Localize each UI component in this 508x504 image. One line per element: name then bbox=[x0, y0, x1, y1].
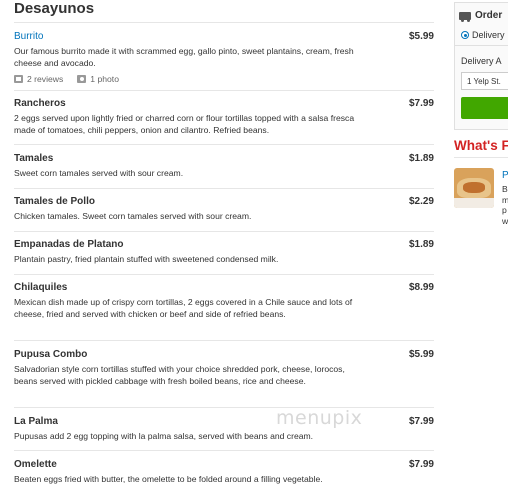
camera-icon bbox=[77, 75, 87, 84]
item-divider bbox=[14, 407, 434, 408]
item-divider bbox=[14, 90, 434, 91]
promo-text: B m p w bbox=[502, 184, 508, 226]
promo-text-line: m bbox=[502, 194, 508, 205]
menu-item-price: $1.89 bbox=[408, 239, 434, 250]
order-title: Order bbox=[475, 10, 503, 21]
start-order-button[interactable] bbox=[461, 97, 508, 119]
menu-item-price: $8.99 bbox=[408, 282, 434, 293]
order-heading: Order bbox=[459, 10, 503, 22]
menu-item-price: $1.89 bbox=[408, 153, 434, 164]
menu-item-description: Sweet corn tamales served with sour crea… bbox=[14, 168, 184, 178]
menu-item-name-link[interactable]: Burrito bbox=[14, 31, 434, 43]
item-divider bbox=[14, 450, 434, 451]
menu-item-tamales-de-pollo: Tamales de Pollo $2.29 Chicken tamales. … bbox=[14, 196, 434, 223]
reviews-link[interactable]: 2 reviews bbox=[27, 74, 63, 84]
menu-item-description: Salvadorian style corn tortillas stuffed… bbox=[14, 364, 345, 386]
menu-item-name: Rancheros bbox=[14, 98, 66, 109]
promo-text-line: w bbox=[502, 215, 508, 226]
menu-item-tamales: Tamales $1.89 Sweet corn tamales served … bbox=[14, 153, 434, 180]
menu-item-name: Empanadas de Platano bbox=[14, 239, 124, 250]
delivery-truck-icon bbox=[459, 11, 471, 22]
sidebar: Order Delivery Delivery A 1 Yelp St. Wha… bbox=[450, 0, 508, 504]
item-divider bbox=[14, 231, 434, 232]
menu-item-price: $5.99 bbox=[408, 349, 434, 360]
menu-item-pupusa-combo: Pupusa Combo $5.99 Salvadorian style cor… bbox=[14, 349, 434, 387]
menu-item-name: La Palma bbox=[14, 416, 58, 427]
menu-item-omelette: Omelette $7.99 Beaten eggs fried with bu… bbox=[14, 459, 434, 486]
promo-thumbnail[interactable] bbox=[454, 168, 494, 208]
item-divider bbox=[14, 144, 434, 145]
whats-hot-title: What's F bbox=[454, 138, 508, 153]
item-divider bbox=[14, 340, 434, 341]
menu-item-description: Plantain pastry, fried plantain stuffed … bbox=[14, 254, 279, 264]
menu-item-la-palma: La Palma $7.99 Pupusas add 2 egg topping… bbox=[14, 416, 434, 443]
section-title: Desayunos bbox=[14, 0, 95, 17]
delivery-radio[interactable] bbox=[461, 31, 469, 39]
menu-item-rancheros: Rancheros $7.99 2 eggs served upon light… bbox=[14, 98, 434, 136]
delivery-address-label: Delivery A bbox=[461, 56, 502, 66]
whats-divider bbox=[454, 157, 508, 158]
title-divider bbox=[14, 22, 434, 23]
menu-item-price: $7.99 bbox=[408, 98, 434, 109]
menu-column: Desayunos Burrito $5.99 Our famous burri… bbox=[0, 0, 444, 504]
menu-item-description: Pupusas add 2 egg topping with la palma … bbox=[14, 431, 314, 441]
watermark-logo: menupix bbox=[276, 407, 363, 429]
delivery-option[interactable]: Delivery bbox=[461, 30, 505, 40]
menu-item-description: Mexican dish made up of crispy corn tort… bbox=[14, 297, 353, 319]
address-input[interactable]: 1 Yelp St. bbox=[461, 72, 508, 90]
menu-item-name: Chilaquiles bbox=[14, 282, 68, 293]
menu-item-empanadas-de-platano: Empanadas de Platano $1.89 Plantain past… bbox=[14, 239, 434, 266]
review-icon bbox=[14, 75, 23, 84]
menu-item-meta: 2 reviews 1 photo bbox=[14, 74, 434, 84]
menu-item-price: $2.29 bbox=[408, 196, 434, 207]
promo-text-line: B bbox=[502, 184, 508, 194]
menu-item-name: Pupusa Combo bbox=[14, 349, 88, 360]
menu-item-description: Our famous burrito made it with scrammed… bbox=[14, 46, 354, 68]
menu-item-name: Tamales de Pollo bbox=[14, 196, 95, 207]
menu-item-description: Chicken tamales. Sweet corn tamales serv… bbox=[14, 211, 252, 221]
promo-link[interactable]: P bbox=[502, 170, 508, 181]
item-divider bbox=[14, 274, 434, 275]
menu-item-name: Omelette bbox=[14, 459, 57, 470]
menu-item-price: $7.99 bbox=[408, 459, 434, 470]
photos-link[interactable]: 1 photo bbox=[90, 74, 119, 84]
menu-item-name: Tamales bbox=[14, 153, 54, 164]
item-divider bbox=[14, 188, 434, 189]
order-divider bbox=[454, 45, 508, 46]
delivery-option-label: Delivery bbox=[472, 30, 505, 40]
menu-item-price: $5.99 bbox=[408, 31, 434, 42]
menu-item-burrito: Burrito $5.99 Our famous burrito made it… bbox=[14, 31, 434, 84]
menu-item-price: $7.99 bbox=[408, 416, 434, 427]
menu-item-chilaquiles: Chilaquiles $8.99 Mexican dish made up o… bbox=[14, 282, 434, 320]
menu-item-description: Beaten eggs fried with butter, the omele… bbox=[14, 474, 323, 484]
menu-item-description: 2 eggs served upon lightly fried or char… bbox=[14, 113, 355, 135]
promo-text-line: p bbox=[502, 205, 507, 215]
